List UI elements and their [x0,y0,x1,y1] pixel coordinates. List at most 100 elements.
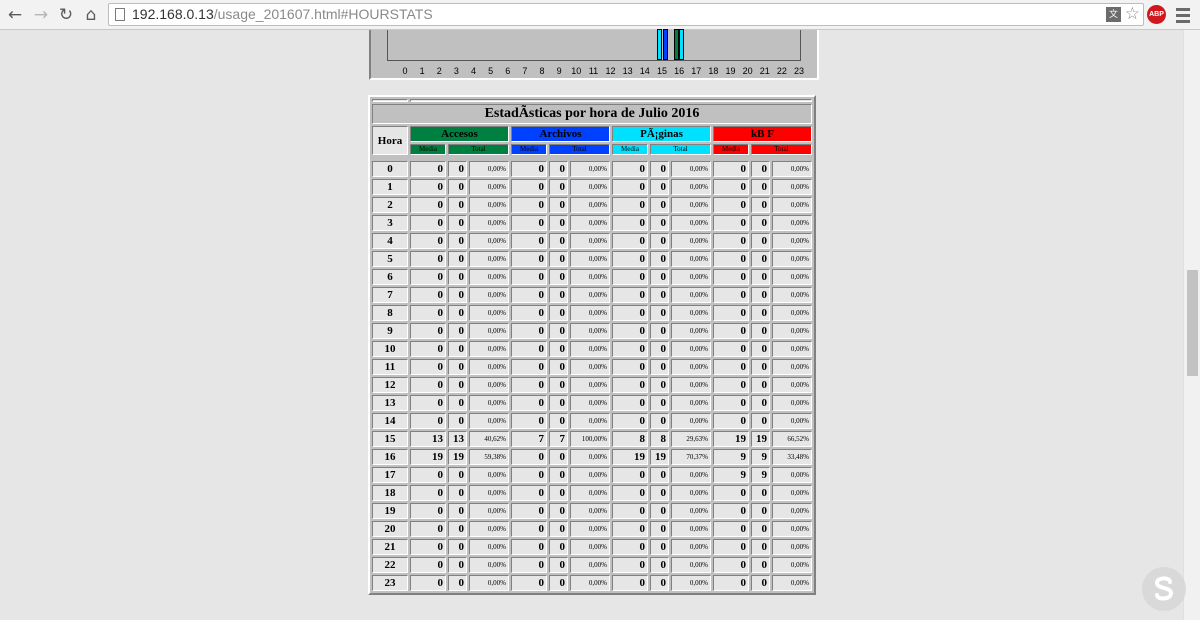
cell-accesos-pct: 0,00% [469,197,509,213]
cell-archivos-pct: 0,00% [570,449,610,465]
cell-paginas-pct: 0,00% [671,269,711,285]
url-text[interactable]: 192.168.0.13/usage_201607.html#HOURSTATS [132,6,433,22]
scrollbar-thumb[interactable] [1187,270,1198,376]
cell-archivos-pct: 0,00% [570,197,610,213]
cell-kbf-media: 0 [713,521,749,537]
cell-kbf-media: 0 [713,395,749,411]
hour-tick-label: 9 [556,66,562,76]
cell-accesos-pct: 0,00% [469,305,509,321]
cell-kbf-total: 0 [751,233,770,249]
cell-accesos-media: 0 [410,521,446,537]
cell-paginas-pct: 0,00% [671,161,711,177]
cell-accesos-total: 0 [448,251,467,267]
cell-archivos-pct: 0,00% [570,269,610,285]
cell-paginas-pct: 29,63% [671,431,711,447]
home-icon[interactable]: ⌂ [80,4,102,26]
cell-accesos-media: 0 [410,215,446,231]
cell-hour: 20 [372,521,408,537]
hour-tick-label: 17 [691,66,702,76]
cell-accesos-media: 0 [410,251,446,267]
cell-accesos-total: 0 [448,395,467,411]
cell-archivos-media: 0 [511,467,547,483]
forward-arrow-icon[interactable]: → [30,4,52,26]
cell-paginas-media: 0 [612,323,648,339]
subheader-media: Media [511,144,547,155]
cell-hour: 10 [372,341,408,357]
bookmark-star-icon[interactable]: ☆ [1125,4,1140,24]
cell-accesos-media: 0 [410,503,446,519]
cell-archivos-total: 0 [549,305,568,321]
address-bar[interactable]: 192.168.0.13/usage_201607.html#HOURSTATS… [108,3,1144,26]
cell-paginas-total: 0 [650,269,669,285]
cell-archivos-media: 0 [511,269,547,285]
translate-icon[interactable]: 文 [1106,7,1121,22]
cell-paginas-pct: 0,00% [671,413,711,429]
cell-accesos-total: 0 [448,503,467,519]
cell-kbf-pct: 0,00% [772,341,812,357]
cell-archivos-pct: 0,00% [570,323,610,339]
cell-paginas-pct: 0,00% [671,233,711,249]
cell-archivos-total: 0 [549,161,568,177]
reload-icon[interactable]: ↻ [55,4,77,26]
cell-paginas-total: 0 [650,575,669,591]
cell-paginas-total: 0 [650,539,669,555]
cell-paginas-total: 0 [650,197,669,213]
cell-archivos-pct: 0,00% [570,503,610,519]
cell-accesos-pct: 0,00% [469,359,509,375]
cell-paginas-media: 0 [612,251,648,267]
watermark-logo-icon [1142,567,1186,611]
cell-accesos-total: 0 [448,233,467,249]
cell-paginas-media: 0 [612,179,648,195]
cell-kbf-media: 0 [713,575,749,591]
cell-paginas-total: 0 [650,413,669,429]
cell-paginas-total: 0 [650,341,669,357]
menu-icon[interactable] [1176,5,1190,24]
cell-kbf-pct: 0,00% [772,521,812,537]
cell-accesos-pct: 0,00% [469,557,509,573]
cell-paginas-total: 0 [650,503,669,519]
cell-archivos-pct: 0,00% [570,359,610,375]
table-row: 10 0 0 0,00% 0 0 0,00% 0 0 0,00% 0 0 0,00% [372,341,812,357]
subheader-total: Total [448,144,509,155]
hour-tick-label: 6 [505,66,511,76]
cell-paginas-total: 0 [650,521,669,537]
cell-archivos-total: 0 [549,521,568,537]
cell-archivos-total: 0 [549,251,568,267]
table-row: 6 0 0 0,00% 0 0 0,00% 0 0 0,00% 0 0 0,00% [372,269,812,285]
page-icon [115,8,125,21]
hour-tick-label: 18 [708,66,719,76]
cell-archivos-media: 7 [511,431,547,447]
cell-accesos-pct: 0,00% [469,215,509,231]
cell-paginas-media: 0 [612,521,648,537]
cell-accesos-total: 0 [448,485,467,501]
cell-paginas-total: 0 [650,233,669,249]
table-row: 16 19 19 59,38% 0 0 0,00% 19 19 70,37% 9 9 33,48% [372,449,812,465]
cell-kbf-pct: 0,00% [772,269,812,285]
cell-paginas-total: 0 [650,395,669,411]
table-row: 2 0 0 0,00% 0 0 0,00% 0 0 0,00% 0 0 0,00% [372,197,812,213]
cell-kbf-total: 0 [751,251,770,267]
cell-kbf-pct: 0,00% [772,557,812,573]
cell-accesos-pct: 0,00% [469,413,509,429]
cell-kbf-pct: 0,00% [772,377,812,393]
cell-kbf-media: 0 [713,251,749,267]
adblock-icon[interactable]: ABP [1147,5,1166,24]
back-arrow-icon[interactable]: ← [4,4,26,26]
hour-tick-label: 3 [453,66,459,76]
hour-tick-label: 22 [776,66,787,76]
cell-archivos-pct: 0,00% [570,539,610,555]
cell-kbf-media: 0 [713,485,749,501]
cell-kbf-pct: 0,00% [772,539,812,555]
cell-paginas-pct: 0,00% [671,359,711,375]
cell-accesos-media: 0 [410,305,446,321]
cell-hour: 15 [372,431,408,447]
cell-paginas-total: 0 [650,467,669,483]
vertical-scrollbar[interactable] [1183,30,1200,620]
url-host: 192.168.0.13 [132,6,214,22]
subheader-total: Total [549,144,610,155]
hour-tick-label: 4 [471,66,477,76]
cell-archivos-pct: 0,00% [570,485,610,501]
cell-kbf-pct: 0,00% [772,179,812,195]
cell-kbf-total: 0 [751,269,770,285]
cell-paginas-total: 0 [650,215,669,231]
